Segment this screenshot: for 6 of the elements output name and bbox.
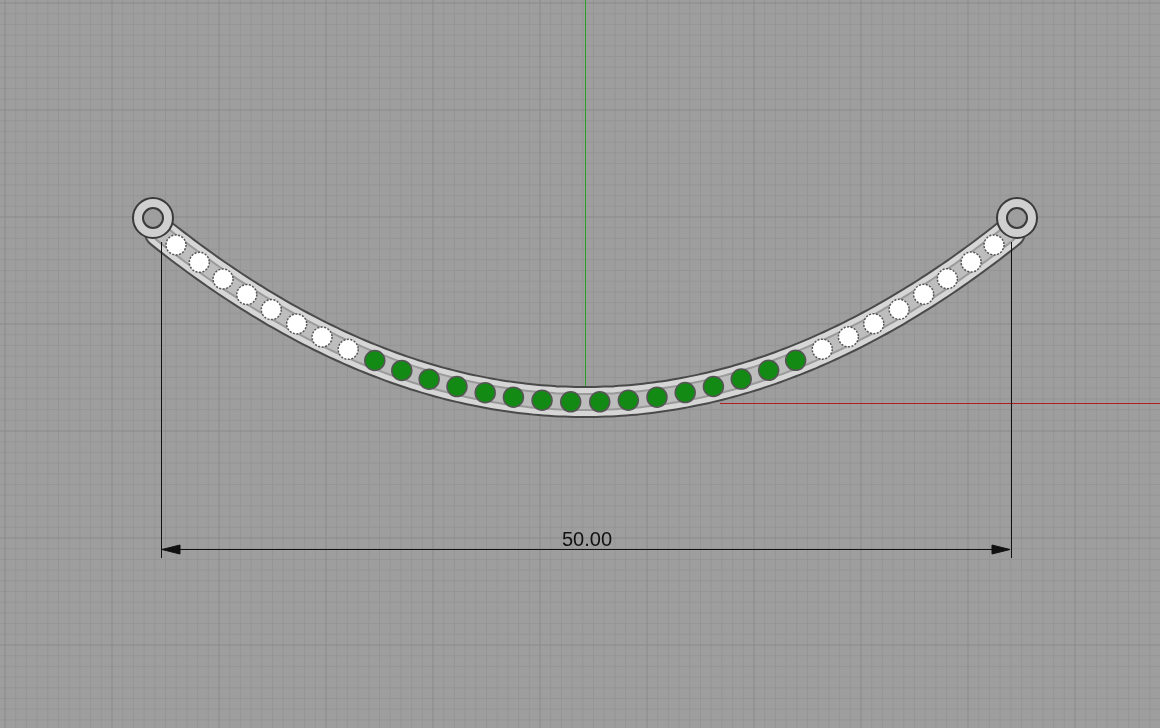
jump-ring [996, 197, 1038, 239]
arrowhead [161, 544, 181, 555]
arrowhead [991, 544, 1011, 555]
viewport-canvas[interactable]: 50.00 [0, 0, 1160, 728]
jump-ring [132, 197, 174, 239]
dimension-label: 50.00 [561, 528, 613, 550]
